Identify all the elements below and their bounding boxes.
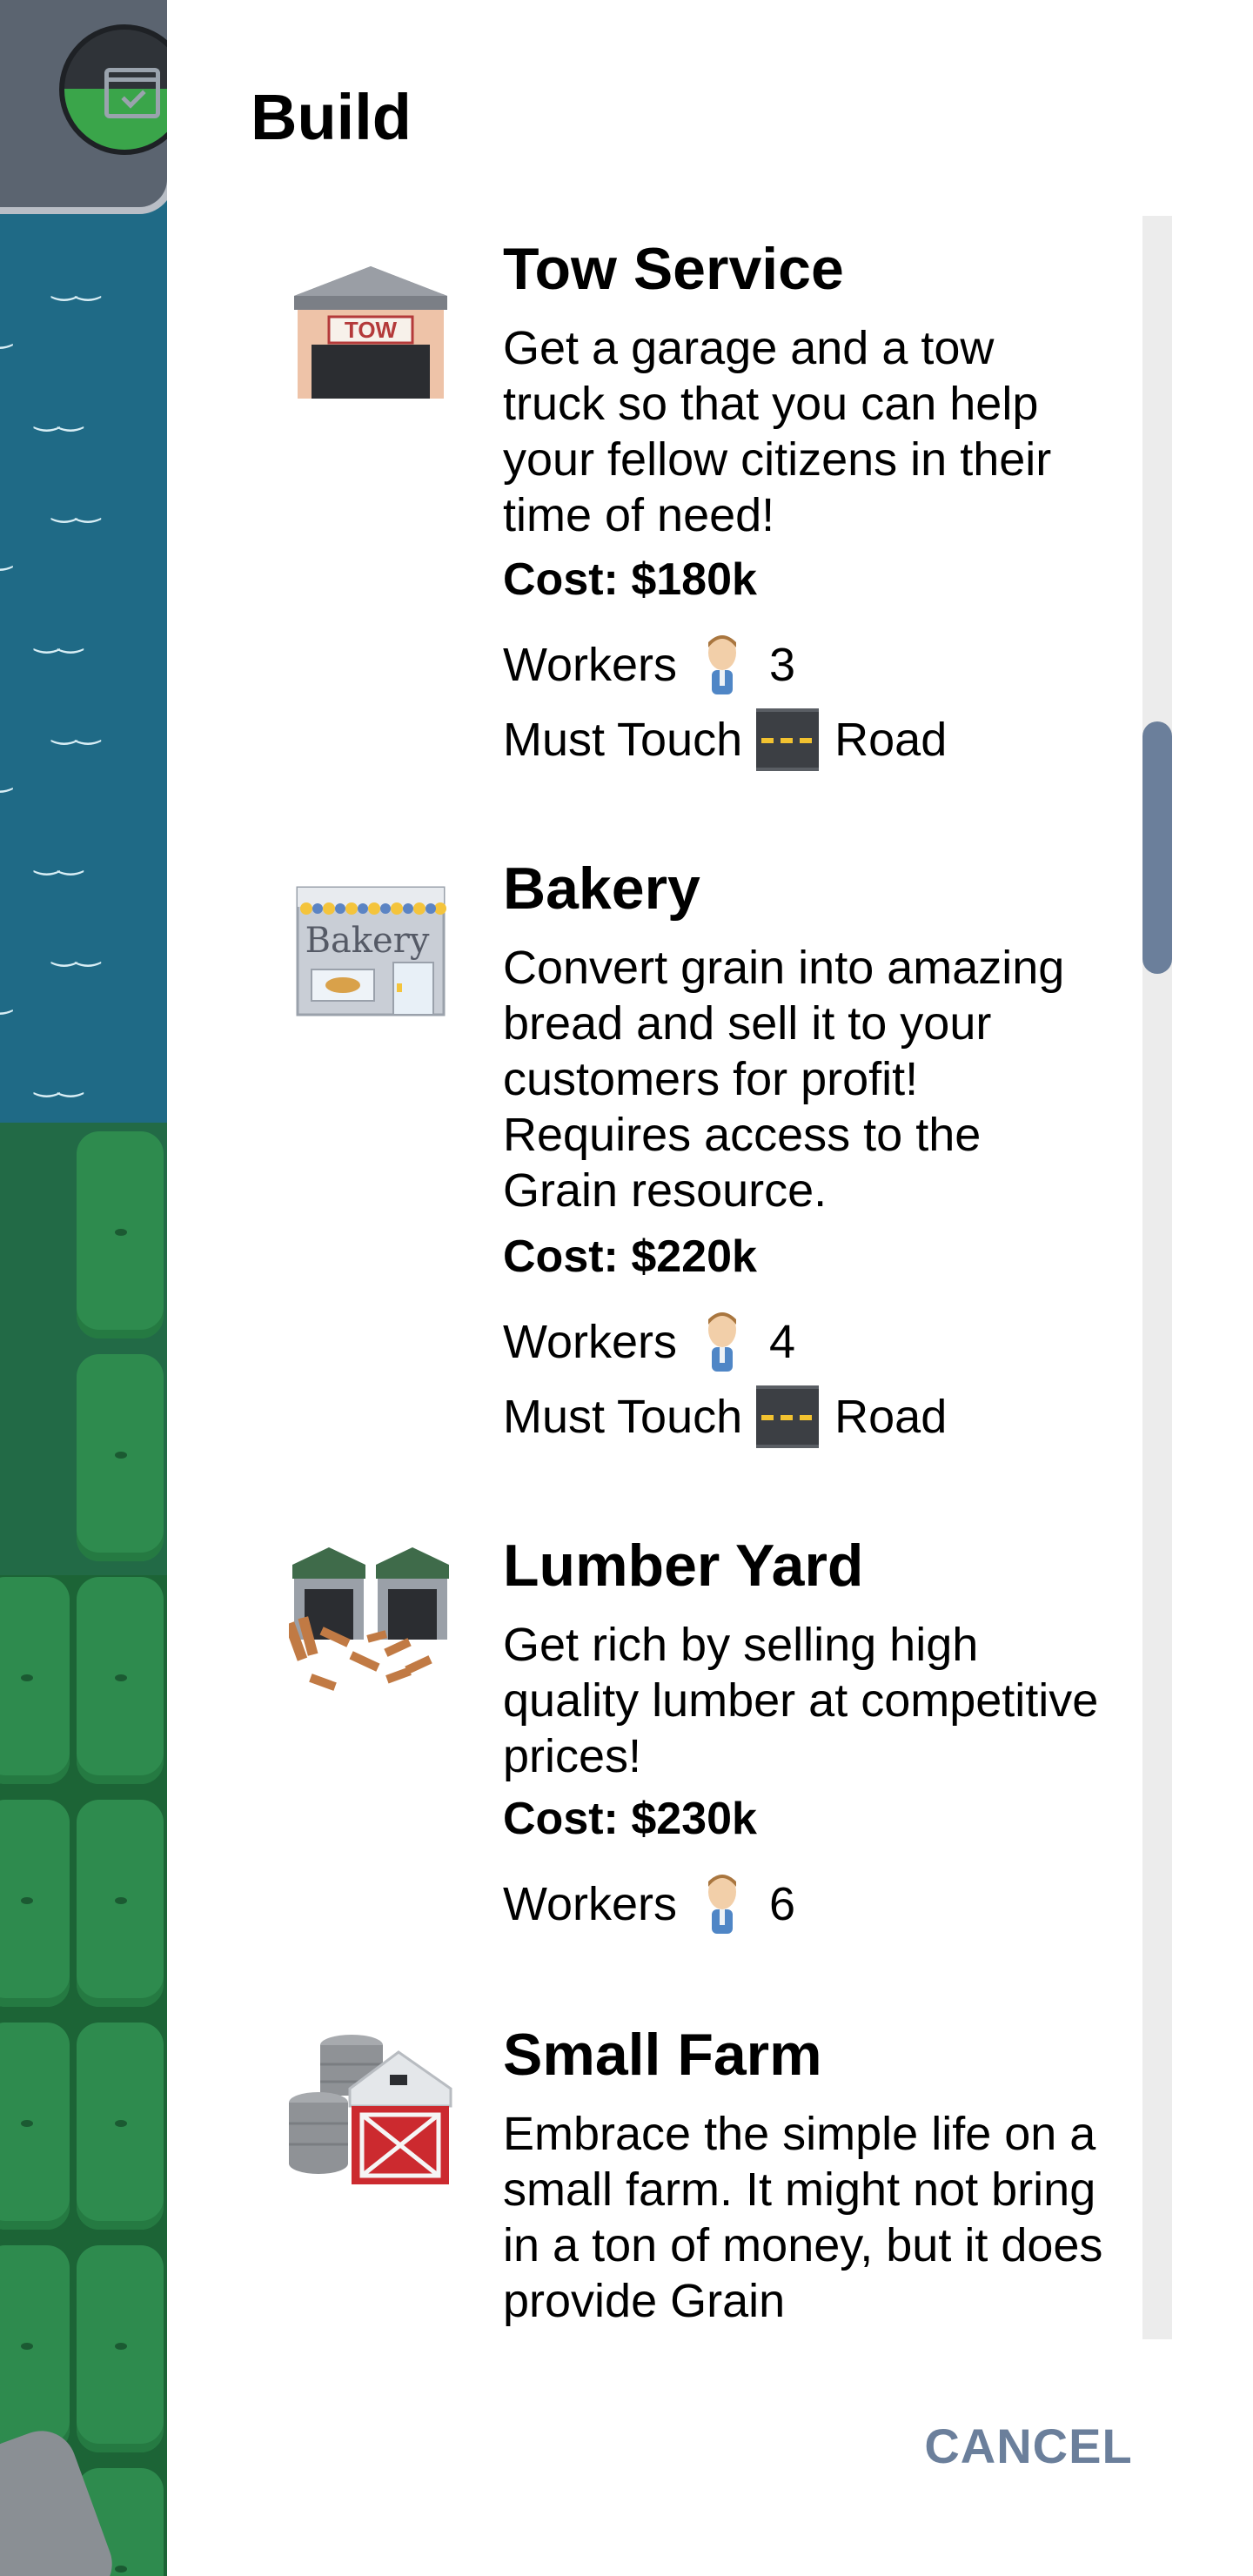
scrollbar[interactable] [1142, 216, 1172, 2339]
building-cost: Cost: $220k [503, 1231, 757, 1282]
workers-label: Workers [503, 1878, 678, 1930]
scrollbar-thumb[interactable] [1142, 721, 1172, 974]
building-name: Lumber Yard [503, 1533, 864, 1599]
workers-requirement: Workers 4 [503, 1311, 795, 1373]
worker-icon [708, 1312, 737, 1372]
must-touch-label: Must Touch [503, 714, 743, 766]
workers-count: 6 [769, 1878, 796, 1930]
placement-requirement: Must Touch Road [503, 1385, 947, 1448]
farm-barn-icon [289, 2035, 452, 2184]
grass-tile [0, 2023, 70, 2230]
wave-icon: ‿ [0, 318, 11, 347]
panel-title: Build [251, 81, 412, 153]
building-cost: Cost: $180k [503, 554, 757, 605]
grass-tile [0, 1577, 70, 1784]
cancel-button[interactable]: CANCEL [898, 2402, 1159, 2489]
build-panel: Build TOW Tow Service Get a garage and a… [167, 0, 1253, 2576]
building-name: Tow Service [503, 236, 844, 302]
grass-tile [77, 1800, 164, 2007]
grass-tile [77, 1131, 164, 1338]
workers-requirement: Workers 3 [503, 634, 795, 696]
workers-count: 3 [769, 639, 796, 691]
grass-tile [77, 2245, 164, 2452]
wave-icon: ‿‿ [35, 398, 83, 433]
workers-requirement: Workers 6 [503, 1873, 795, 1935]
tow-sign: TOW [345, 317, 398, 343]
must-touch-label: Must Touch [503, 1391, 743, 1443]
wave-icon: ‿ [0, 761, 11, 791]
workers-count: 4 [769, 1316, 796, 1368]
calendar-button[interactable] [0, 0, 167, 214]
must-touch-target: Road [834, 714, 948, 766]
building-name: Bakery [503, 855, 700, 922]
building-description: Convert grain into amazing bread and sel… [503, 942, 1065, 1217]
must-touch-target: Road [834, 1391, 948, 1443]
workers-label: Workers [503, 639, 678, 691]
building-name: Small Farm [503, 2022, 822, 2088]
wave-icon: ‿ [0, 540, 11, 569]
wave-icon: ‿‿ [52, 489, 100, 524]
wave-icon: ‿‿ [35, 842, 83, 876]
grass-tile [77, 1354, 164, 1561]
wave-icon: ‿‿ [52, 711, 100, 746]
bakery-sign: Bakery [305, 921, 430, 961]
calendar-check-icon [104, 68, 160, 118]
calendar-progress [59, 24, 167, 155]
workers-label: Workers [503, 1316, 678, 1368]
tow-garage-icon: TOW [294, 266, 447, 399]
grass-tile [77, 1577, 164, 1784]
building-description: Embrace the simple life on a small farm.… [503, 2108, 1103, 2327]
grass-tile [0, 2245, 70, 2452]
wave-icon: ‿‿ [52, 267, 100, 302]
building-list[interactable]: TOW Tow Service Get a garage and a tow t… [167, 216, 1142, 2339]
game-map[interactable]: ‿‿ ‿ ‿‿ ‿‿ ‿ ‿‿ ‿‿ ‿ ‿‿ ‿‿ ‿ ‿‿ [0, 0, 167, 2576]
road-icon [756, 1385, 820, 1448]
wave-icon: ‿‿ [35, 1063, 83, 1098]
bakery-icon: Bakery [296, 886, 446, 1016]
grass-tile [0, 1800, 70, 2007]
building-description: Get rich by selling high quality lumber … [503, 1619, 1099, 1782]
wave-icon: ‿‿ [35, 620, 83, 654]
worker-icon [708, 1875, 737, 1934]
wave-icon: ‿‿ [52, 933, 100, 968]
placement-requirement: Must Touch Road [503, 708, 947, 771]
grass-tile [77, 2023, 164, 2230]
building-cost: Cost: $230k [503, 1794, 757, 1844]
wave-icon: ‿ [0, 983, 11, 1013]
building-description: Get a garage and a tow truck so that you… [503, 322, 1052, 541]
lumber-yard-icon [289, 1547, 449, 1691]
road-icon [756, 708, 820, 771]
worker-icon [708, 635, 737, 694]
